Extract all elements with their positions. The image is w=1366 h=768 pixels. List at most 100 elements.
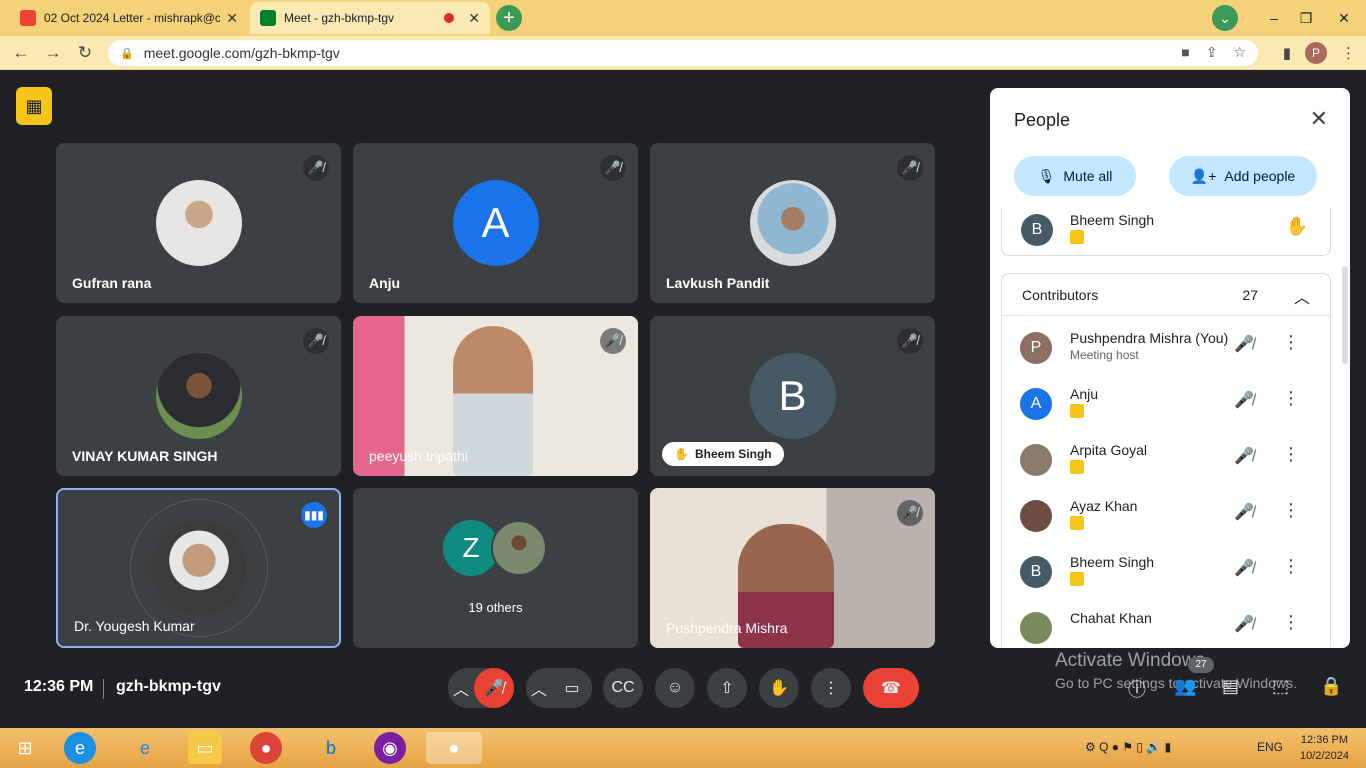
present-screen-button[interactable]: ⇧ (707, 668, 747, 708)
video-settings-chevron-icon[interactable]: ︿ (526, 668, 552, 708)
internet-explorer-icon[interactable]: e (128, 732, 162, 764)
meeting-time: 12:36 PM (24, 678, 94, 695)
add-people-label: Add people (1224, 168, 1296, 184)
camera-toggle-button[interactable]: ▭ (552, 668, 592, 708)
people-icon[interactable]: 👥 (1174, 676, 1196, 697)
meet-icon (260, 10, 276, 26)
participant-tile-speaking[interactable]: ▮▮▮ Dr. Yougesh Kumar (56, 488, 341, 648)
meeting-details-icon[interactable]: ⓘ (1128, 676, 1146, 702)
mic-muted-icon[interactable]: 🎤̸ (1234, 614, 1254, 634)
contributors-section: Contributors 27 ︿ P Pushpendra Mishra (Y… (1001, 273, 1331, 648)
address-bar: ← → ↻ 🔒 meet.google.com/gzh-bkmp-tgv ■ ⇪… (0, 36, 1366, 70)
participant-tile[interactable]: 🎤̸ Gufran rana (56, 143, 341, 303)
add-people-button[interactable]: 👤+ Add people (1169, 156, 1317, 196)
participant-video-tile[interactable]: 🎤̸ Pushpendra Mishra (650, 488, 935, 648)
profile-avatar[interactable]: P (1305, 42, 1327, 64)
participant-tile[interactable]: B 🎤̸ ✋ Bheem Singh (650, 316, 935, 476)
leave-call-button[interactable]: ☎ (863, 668, 919, 708)
edge-icon[interactable]: e (64, 732, 96, 764)
list-item[interactable]: P Pushpendra Mishra (You) Meeting host 🎤… (1002, 324, 1320, 380)
tab-title: Meet - gzh-bkmp-tgv (284, 11, 395, 25)
window-controls: ⌄ – ❐ ✕ (1212, 0, 1366, 36)
mic-muted-icon: 🎤̸ (303, 328, 329, 354)
restore-button[interactable]: ❐ (1290, 10, 1322, 27)
minimize-button[interactable]: – (1258, 10, 1290, 26)
mic-muted-icon[interactable]: 🎤̸ (1234, 502, 1254, 522)
taskbar-clock[interactable]: 12:36 PM 10/2/2024 (1300, 732, 1349, 764)
file-explorer-icon[interactable]: ▭ (188, 732, 222, 764)
divider (103, 679, 104, 699)
captions-button[interactable]: CC (603, 668, 643, 708)
more-options-button[interactable]: ⋮ (811, 668, 851, 708)
host-controls-icon[interactable]: 🔒 (1320, 676, 1342, 697)
more-options-icon[interactable]: ⋮ (1282, 612, 1300, 633)
raise-hand-button[interactable]: ✋ (759, 668, 799, 708)
bing-icon[interactable]: b (314, 732, 348, 764)
raised-hand-name-pill: ✋ Bheem Singh (662, 442, 784, 466)
participant-tile[interactable]: 🎤̸ Lavkush Pandit (650, 143, 935, 303)
list-item[interactable]: Ayaz Khan 🎤̸ ⋮ (1002, 492, 1320, 548)
language-indicator[interactable]: ENG (1257, 740, 1283, 754)
url-input[interactable]: 🔒 meet.google.com/gzh-bkmp-tgv ■ ⇪ ☆ (108, 40, 1258, 66)
others-tile[interactable]: Z 19 others (353, 488, 638, 648)
tab-search-icon[interactable]: ⌄ (1212, 5, 1238, 31)
camera-off-chip-icon (1070, 572, 1084, 586)
new-tab-button[interactable]: + (496, 5, 522, 31)
browser-menu-icon[interactable]: ⋮ (1341, 44, 1356, 62)
contributors-header[interactable]: Contributors 27 ︿ (1002, 274, 1330, 316)
share-icon[interactable]: ⇪ (1206, 44, 1218, 61)
list-item[interactable]: B Bheem Singh 🎤̸ ⋮ (1002, 548, 1320, 604)
close-panel-icon[interactable]: ✕ (1310, 106, 1328, 132)
windows-start-icon[interactable]: ⊞ (8, 732, 42, 764)
camera-in-use-icon[interactable]: ■ (1181, 44, 1189, 61)
bookmark-star-icon[interactable]: ☆ (1233, 44, 1246, 61)
participant-video-tile[interactable]: 🎤̸ peeyush tripathi (353, 316, 638, 476)
mic-muted-icon[interactable]: 🎤̸ (1234, 558, 1254, 578)
mic-muted-icon: 🎤̸ (897, 500, 923, 526)
tab-close-icon[interactable]: ✕ (468, 10, 480, 27)
gmail-icon (20, 10, 36, 26)
chrome-icon[interactable]: ● (250, 732, 282, 764)
reload-icon[interactable]: ↻ (74, 42, 96, 64)
contributors-label: Contributors (1022, 287, 1099, 303)
emoji-reactions-button[interactable]: ☺ (655, 668, 695, 708)
mic-toggle-button[interactable]: 🎤̸ (474, 668, 514, 708)
panel-scrollbar[interactable] (1342, 266, 1348, 364)
meeting-code: gzh-bkmp-tgv (116, 678, 221, 695)
mic-muted-icon[interactable]: 🎤̸ (1234, 446, 1254, 466)
tab-meet[interactable]: Meet - gzh-bkmp-tgv ✕ (250, 2, 490, 34)
chevron-up-icon[interactable]: ︿ (1294, 284, 1310, 308)
more-options-icon[interactable]: ⋮ (1282, 444, 1300, 465)
audio-settings-chevron-icon[interactable]: ︿ (448, 668, 474, 708)
mute-all-button[interactable]: 🎙 Mute all (1014, 156, 1136, 196)
participant-tile[interactable]: 🎤̸ VINAY KUMAR SINGH (56, 316, 341, 476)
chrome-active-icon[interactable]: ● (426, 732, 482, 764)
forward-icon[interactable]: → (42, 42, 64, 64)
avatar (150, 520, 247, 616)
more-options-icon[interactable]: ⋮ (1282, 556, 1300, 577)
tab-gmail[interactable]: 02 Oct 2024 Letter - mishrapk@c ✕ (10, 2, 248, 34)
tab-title: 02 Oct 2024 Letter - mishrapk@c (44, 11, 221, 25)
mic-muted-icon: 🎤̸ (303, 155, 329, 181)
tray-icons[interactable]: ⚙ Q ● ⚑ ▯ 🔊 ▮ (1085, 740, 1171, 754)
others-avatars: Z (443, 520, 547, 576)
close-window-button[interactable]: ✕ (1322, 10, 1366, 27)
participant-tile[interactable]: A 🎤̸ Anju (353, 143, 638, 303)
mic-muted-icon[interactable]: 🎤̸ (1234, 334, 1254, 354)
mic-muted-icon[interactable]: 🎤̸ (1234, 390, 1254, 410)
back-icon[interactable]: ← (10, 42, 32, 64)
list-item[interactable]: Chahat Khan 🎤̸ ⋮ (1002, 604, 1320, 648)
audio-level-icon: ▮▮▮ (301, 502, 327, 528)
more-options-icon[interactable]: ⋮ (1282, 332, 1300, 353)
chat-icon[interactable]: ▤ (1222, 676, 1239, 697)
activities-icon[interactable]: ⬚ (1272, 676, 1289, 697)
more-options-icon[interactable]: ⋮ (1282, 388, 1300, 409)
raised-hand-icon[interactable]: ✋ (1286, 216, 1308, 237)
media-player-icon[interactable]: ◉ (374, 732, 406, 764)
list-item[interactable]: A Anju 🎤̸ ⋮ (1002, 380, 1320, 436)
list-item[interactable]: Arpita Goyal 🎤̸ ⋮ (1002, 436, 1320, 492)
side-panel-icon[interactable]: ▮ (1283, 44, 1291, 62)
more-options-icon[interactable]: ⋮ (1282, 500, 1300, 521)
tab-close-icon[interactable]: ✕ (226, 10, 238, 27)
camera-off-badge-icon[interactable]: ▦ (16, 87, 52, 125)
